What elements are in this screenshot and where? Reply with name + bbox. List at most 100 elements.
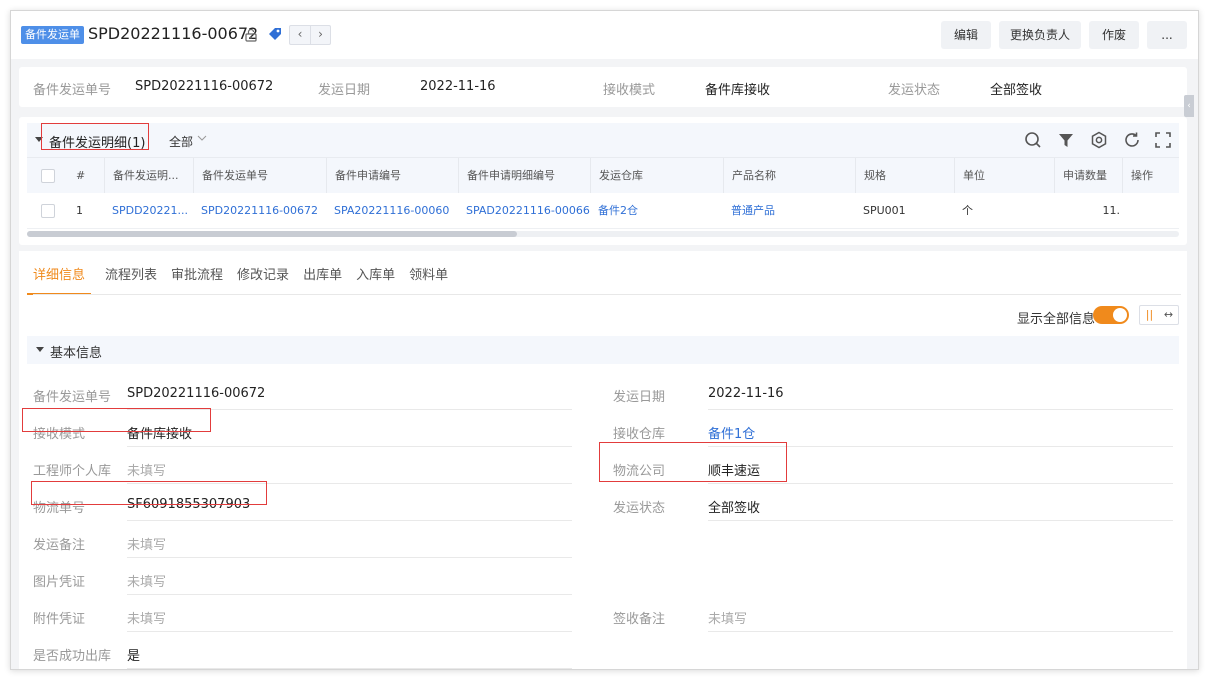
unit-cell: 个 — [962, 204, 973, 217]
summary-label: 发运状态 — [888, 83, 941, 98]
section-header-basic-info[interactable]: 基本信息 — [27, 336, 1179, 364]
tab-material-requisition[interactable]: 领料单 — [409, 267, 448, 295]
refresh-icon[interactable] — [1123, 131, 1141, 149]
field-underline — [708, 520, 1173, 521]
field-underline — [127, 446, 572, 447]
tab-inbound[interactable]: 入库单 — [356, 267, 395, 295]
field-value: 全部签收 — [708, 501, 761, 516]
receiving-warehouse-link[interactable]: 备件1仓 — [708, 423, 755, 442]
summary-label: 接收模式 — [603, 83, 656, 98]
field-value: SPD20221116-00672 — [127, 386, 266, 401]
tab-outbound[interactable]: 出库单 — [303, 267, 342, 295]
fullscreen-icon[interactable] — [1154, 131, 1172, 149]
field-underline — [127, 557, 572, 558]
field-underline — [708, 631, 1173, 632]
field-label: 发运状态 — [613, 501, 666, 516]
tabs-divider — [33, 294, 1181, 295]
field-label: 签收备注 — [613, 612, 666, 627]
warehouse-link[interactable]: 备件2仓 — [590, 193, 723, 229]
column-header[interactable]: 规格 — [855, 158, 954, 194]
lock-icon[interactable] — [244, 28, 258, 42]
summary-label: 发运日期 — [318, 83, 371, 98]
summary-value: 备件库接收 — [705, 83, 771, 98]
field-value: 未填写 — [127, 612, 167, 627]
qty-cell: 11. — [1102, 204, 1121, 217]
detail-no-link[interactable]: SPDD20221... — [104, 193, 193, 229]
tab-change-log[interactable]: 修改记录 — [237, 267, 289, 295]
summary-label: 备件发运单号 — [33, 83, 112, 98]
highlight-box — [599, 442, 787, 482]
record-navigation: ‹ › — [289, 25, 331, 45]
column-header[interactable]: 备件申请明细编号 — [458, 158, 590, 194]
field-value: 2022-11-16 — [708, 386, 784, 401]
scrollbar-thumb[interactable] — [27, 231, 517, 237]
page-header: 备件发运单 SPD20221116-00672 ‹ › 编辑 更换负责人 作废 … — [11, 11, 1198, 59]
filter-icon[interactable] — [1057, 131, 1075, 149]
field-value: 未填写 — [127, 575, 167, 590]
void-button[interactable]: 作废 — [1089, 21, 1139, 49]
apply-detail-no-link[interactable]: SPAD20221116-00066 — [458, 193, 590, 229]
tab-process-list[interactable]: 流程列表 — [105, 267, 157, 295]
shipment-no-link[interactable]: SPD20221116-00672 — [193, 193, 326, 229]
chevron-down-icon[interactable] — [197, 133, 207, 143]
tab-approval-flow[interactable]: 审批流程 — [171, 267, 223, 295]
field-value: 是 — [127, 649, 141, 664]
field-label: 附件凭证 — [33, 612, 86, 627]
table-row[interactable]: 1 SPDD20221... SPD20221116-00672 SPA2022… — [27, 193, 1179, 229]
more-button[interactable]: ... — [1147, 21, 1187, 49]
field-label: 发运日期 — [613, 390, 666, 405]
collapse-caret-icon[interactable] — [36, 347, 44, 352]
row-checkbox[interactable] — [41, 204, 55, 218]
column-header: 操作 — [1122, 158, 1179, 194]
field-label: 工程师个人库 — [33, 464, 112, 479]
columns-layout-icon[interactable]: || — [1140, 306, 1159, 324]
field-underline — [127, 668, 572, 669]
apply-no-link[interactable]: SPA20221116-00060 — [326, 193, 458, 229]
detail-table-card: 备件发运明细(1) 全部 # 备件发运明... 备件发运单号 备件申请编号 备件… — [19, 117, 1187, 245]
column-header[interactable]: 备件发运单号 — [193, 158, 326, 194]
highlight-box — [41, 123, 149, 150]
table-header: # 备件发运明... 备件发运单号 备件申请编号 备件申请明细编号 发运仓库 产… — [27, 157, 1179, 194]
toggle-knob — [1113, 308, 1127, 322]
section-title: 基本信息 — [50, 346, 103, 361]
field-underline — [127, 594, 572, 595]
side-panel-handle[interactable]: ‹ — [1184, 95, 1194, 117]
tab-detail-info[interactable]: 详细信息 — [27, 267, 92, 295]
tag-icon[interactable] — [267, 26, 283, 42]
search-icon[interactable] — [1024, 131, 1042, 149]
prev-record-button[interactable]: ‹ — [290, 26, 310, 44]
product-link[interactable]: 普通产品 — [723, 193, 855, 229]
summary-value: SPD20221116-00672 — [135, 79, 274, 94]
next-record-button[interactable]: › — [310, 26, 330, 44]
field-underline — [708, 409, 1173, 410]
column-header[interactable]: 产品名称 — [723, 158, 855, 194]
doc-type-badge: 备件发运单 — [21, 26, 84, 44]
column-header: # — [76, 169, 86, 182]
column-header[interactable]: 单位 — [954, 158, 1054, 194]
field-underline — [708, 483, 1173, 484]
layout-toggle: || ↔ — [1139, 305, 1179, 325]
table-filter-select[interactable]: 全部 — [169, 133, 193, 150]
detail-tabs: 详细信息 流程列表 审批流程 修改记录 出库单 入库单 领料单 — [27, 267, 462, 295]
field-label: 接收仓库 — [613, 427, 666, 442]
column-header[interactable]: 申请数量 — [1054, 158, 1122, 194]
field-label: 备件发运单号 — [33, 390, 112, 405]
highlight-box — [22, 408, 211, 432]
settings-icon[interactable] — [1090, 131, 1108, 149]
column-header[interactable]: 备件申请编号 — [326, 158, 458, 194]
field-value: 未填写 — [708, 612, 748, 627]
field-value: 未填写 — [127, 538, 167, 553]
summary-value: 2022-11-16 — [420, 79, 496, 94]
column-header[interactable]: 备件发运明... — [104, 158, 193, 194]
highlight-box — [31, 481, 267, 505]
field-value: 未填写 — [127, 464, 167, 479]
show-all-toggle[interactable] — [1093, 306, 1129, 324]
horizontal-scrollbar[interactable] — [27, 231, 1179, 237]
edit-button[interactable]: 编辑 — [941, 21, 991, 49]
select-all-checkbox[interactable] — [41, 169, 55, 183]
column-header[interactable]: 发运仓库 — [590, 158, 723, 194]
change-owner-button[interactable]: 更换负责人 — [999, 21, 1081, 49]
expand-width-icon[interactable]: ↔ — [1159, 306, 1178, 324]
show-all-label: 显示全部信息 — [1017, 312, 1096, 327]
field-label: 图片凭证 — [33, 575, 86, 590]
